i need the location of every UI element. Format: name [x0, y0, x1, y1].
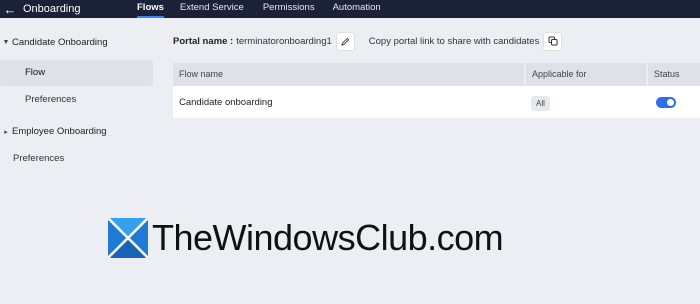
copy-icon [548, 36, 558, 46]
sidebar-group-employee-onboarding[interactable]: ▸ Employee Onboarding [0, 126, 107, 137]
column-header-flow-name: Flow name [173, 63, 526, 86]
column-header-status: Status [648, 63, 700, 86]
table-row[interactable]: Candidate onboarding All [173, 86, 700, 118]
top-bar: ← Onboarding Flows Extend Service Permis… [0, 0, 700, 18]
sidebar-item-preferences[interactable]: Preferences [13, 153, 64, 164]
watermark-text: TheWindowsClub.com [152, 217, 504, 258]
portal-name-value: terminatoronboarding1 [236, 35, 332, 47]
copy-portal-link-text: Copy portal link to share with candidate… [368, 35, 540, 47]
applicable-for-cell: All [526, 93, 648, 111]
chevron-down-icon: ▼ [2, 39, 10, 46]
sidebar-item-flow[interactable]: Flow [0, 60, 153, 86]
flow-name-cell[interactable]: Candidate onboarding [173, 97, 526, 108]
sidebar-item-candidate-preferences[interactable]: Preferences [25, 94, 76, 105]
table-header: Flow name Applicable for Status [173, 63, 700, 86]
pencil-icon [341, 37, 350, 46]
status-toggle[interactable] [656, 96, 676, 108]
copy-portal-link-button[interactable] [543, 31, 563, 51]
tab-permissions[interactable]: Permissions [263, 0, 315, 18]
sidebar-group-label: Employee Onboarding [12, 126, 107, 137]
applicable-badge: All [531, 96, 550, 111]
tab-automation[interactable]: Automation [333, 0, 381, 18]
tab-extend-service[interactable]: Extend Service [180, 0, 244, 18]
sidebar: ▼ Candidate Onboarding Flow Preferences … [0, 18, 160, 304]
arrow-left-icon: ← [3, 1, 17, 17]
app-title: Onboarding [23, 3, 81, 15]
flows-table: Flow name Applicable for Status Candidat… [173, 63, 700, 118]
portal-name-label: Portal name : [173, 35, 234, 47]
edit-portal-button[interactable] [335, 31, 355, 51]
portal-row: Portal name : terminatoronboarding1 Copy… [173, 31, 563, 51]
status-cell [648, 96, 700, 108]
sidebar-group-candidate-onboarding[interactable]: ▼ Candidate Onboarding [0, 37, 108, 48]
sidebar-group-label: Candidate Onboarding [12, 37, 108, 48]
back-button[interactable]: ← [1, 0, 19, 18]
column-header-applicable-for: Applicable for [526, 63, 648, 86]
watermark: TheWindowsClub.com [108, 217, 504, 259]
chevron-right-icon: ▸ [4, 128, 8, 136]
windows-club-logo [108, 218, 148, 258]
tab-flows[interactable]: Flows [137, 0, 164, 18]
